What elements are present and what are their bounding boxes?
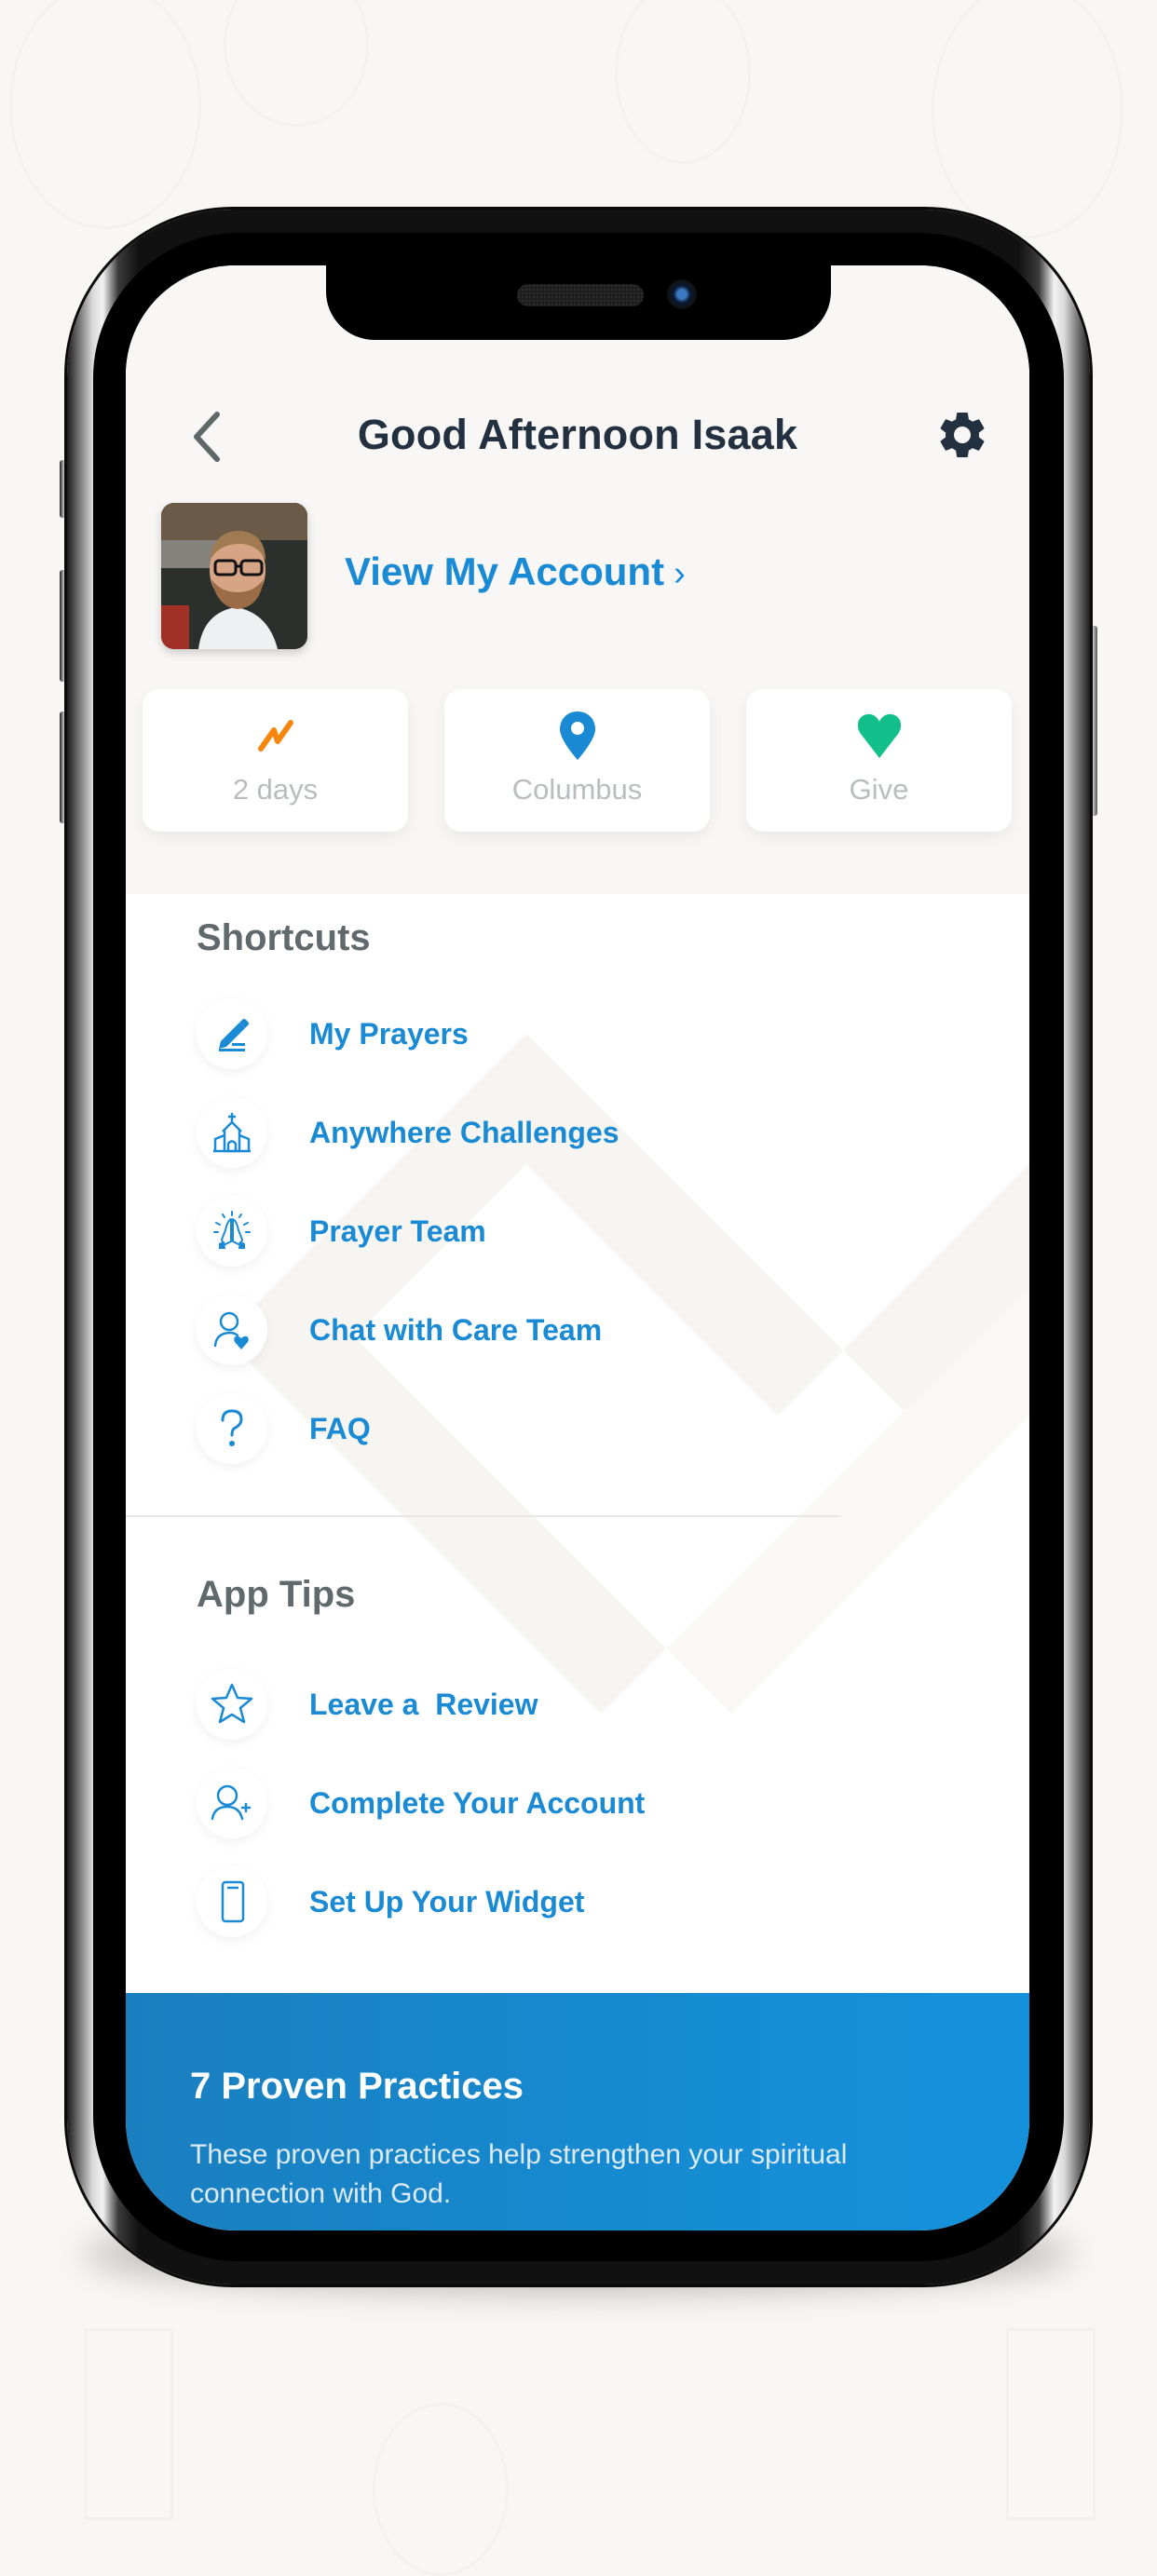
view-account-label: View My Account <box>345 549 665 593</box>
front-camera <box>667 279 697 309</box>
question-icon <box>221 1409 243 1446</box>
shortcut-faq[interactable]: FAQ <box>197 1393 849 1468</box>
shortcut-anywhere-challenges[interactable]: Anywhere Challenges <box>197 1097 849 1172</box>
location-pin-icon <box>559 712 595 760</box>
star-icon <box>211 1683 253 1724</box>
stat-card-location[interactable]: Columbus <box>444 689 710 832</box>
settings-button[interactable] <box>934 407 990 463</box>
banner-body: These proven practices help strengthen y… <box>190 2139 848 2209</box>
stat-card-streak[interactable]: 2 days <box>143 689 408 832</box>
chevron-right-icon: › <box>674 554 686 593</box>
stats-row: 2 days Columbus Give <box>143 689 1013 832</box>
tip-label: Leave a Review <box>309 1688 538 1721</box>
shortcut-label: Anywhere Challenges <box>309 1116 619 1149</box>
shortcuts-title: Shortcuts <box>197 917 371 958</box>
shortcut-chat-care-team[interactable]: Chat with Care Team <box>197 1295 849 1369</box>
section-divider <box>126 1515 841 1517</box>
practices-banner[interactable]: 7 Proven Practices These proven practice… <box>126 1993 1029 2230</box>
tip-leave-review[interactable]: Leave a Review <box>197 1669 849 1743</box>
app-screen: Good Afternoon Isaak View My Account › 2… <box>126 265 1029 2230</box>
tip-label: Set Up Your Widget <box>309 1885 585 1918</box>
avatar[interactable] <box>161 503 307 649</box>
location-label: Columbus <box>511 773 643 806</box>
shortcut-prayer-team[interactable]: Prayer Team <box>197 1196 849 1270</box>
tip-setup-widget[interactable]: Set Up Your Widget <box>197 1866 849 1941</box>
praying-hands-icon <box>213 1211 251 1249</box>
shortcut-label: My Prayers <box>309 1017 469 1051</box>
church-icon <box>213 1113 251 1153</box>
heart-icon <box>857 713 901 758</box>
notch <box>326 265 831 340</box>
pencil-icon <box>219 1019 249 1051</box>
add-person-icon <box>211 1784 252 1821</box>
gear-icon <box>940 412 985 457</box>
profile-photo <box>161 503 307 649</box>
tip-label: Complete Your Account <box>309 1786 646 1820</box>
tip-complete-account[interactable]: Complete Your Account <box>197 1768 849 1842</box>
shortcut-label: FAQ <box>309 1412 371 1445</box>
header: Good Afternoon Isaak <box>126 396 1029 470</box>
phone-widget-icon <box>221 1880 245 1923</box>
banner-title: 7 Proven Practices <box>190 2066 524 2107</box>
app-tips-title: App Tips <box>197 1574 356 1615</box>
page-title: Good Afternoon Isaak <box>357 411 798 458</box>
streak-icon <box>257 720 293 752</box>
shortcut-label: Prayer Team <box>309 1214 486 1248</box>
stat-card-give[interactable]: Give <box>746 689 1012 832</box>
shortcut-my-prayers[interactable]: My Prayers <box>197 998 849 1073</box>
streak-label: 2 days <box>232 773 319 806</box>
shortcut-label: Chat with Care Team <box>309 1313 603 1347</box>
view-account-link[interactable]: View My Account › <box>345 549 686 594</box>
person-heart-icon <box>213 1311 249 1349</box>
give-label: Give <box>849 773 909 806</box>
speaker-grille <box>517 284 644 306</box>
